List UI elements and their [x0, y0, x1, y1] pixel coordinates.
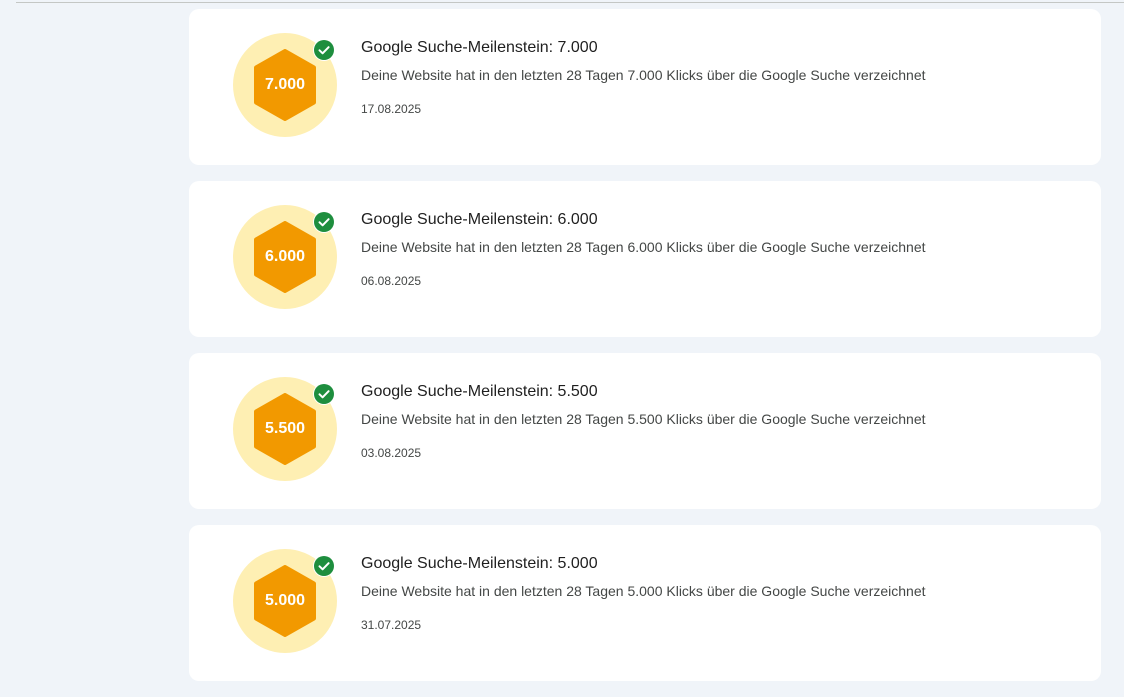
hexagon-badge-icon: 7.000: [253, 49, 317, 121]
milestone-card[interactable]: 6.000 Google Suche-Meilenstein: 6.000 De…: [189, 181, 1101, 337]
top-divider: [16, 2, 1124, 3]
check-circle-icon: [313, 555, 335, 577]
badge-value: 5.500: [264, 420, 306, 437]
milestone-badge: 5.000: [233, 549, 337, 653]
hexagon-badge-icon: 5.000: [253, 565, 317, 637]
milestone-description: Deine Website hat in den letzten 28 Tage…: [361, 67, 926, 83]
milestone-card[interactable]: 7.000 Google Suche-Meilenstein: 7.000 De…: [189, 9, 1101, 165]
milestone-description: Deine Website hat in den letzten 28 Tage…: [361, 411, 926, 427]
check-circle-icon: [313, 383, 335, 405]
check-circle-icon: [313, 211, 335, 233]
milestone-description: Deine Website hat in den letzten 28 Tage…: [361, 583, 926, 599]
milestone-date: 03.08.2025: [361, 446, 422, 460]
milestone-title: Google Suche-Meilenstein: 5.500: [361, 383, 598, 400]
milestone-card[interactable]: 5.500 Google Suche-Meilenstein: 5.500 De…: [189, 353, 1101, 509]
milestone-badge: 7.000: [233, 33, 337, 137]
hexagon-badge-icon: 6.000: [253, 221, 317, 293]
badge-value: 5.000: [264, 592, 306, 609]
milestone-date: 31.07.2025: [361, 618, 422, 632]
milestone-badge: 5.500: [233, 377, 337, 481]
badge-value: 7.000: [264, 76, 306, 93]
milestone-description: Deine Website hat in den letzten 28 Tage…: [361, 239, 926, 255]
hexagon-badge-icon: 5.500: [253, 393, 317, 465]
badge-value: 6.000: [264, 248, 306, 265]
milestone-date: 06.08.2025: [361, 274, 422, 288]
milestone-date: 17.08.2025: [361, 102, 422, 116]
milestone-badge: 6.000: [233, 205, 337, 309]
milestone-title: Google Suche-Meilenstein: 5.000: [361, 555, 598, 572]
milestone-title: Google Suche-Meilenstein: 6.000: [361, 211, 598, 228]
milestone-title: Google Suche-Meilenstein: 7.000: [361, 39, 598, 56]
milestone-list: 7.000 Google Suche-Meilenstein: 7.000 De…: [189, 9, 1101, 697]
milestone-card[interactable]: 5.000 Google Suche-Meilenstein: 5.000 De…: [189, 525, 1101, 681]
check-circle-icon: [313, 39, 335, 61]
